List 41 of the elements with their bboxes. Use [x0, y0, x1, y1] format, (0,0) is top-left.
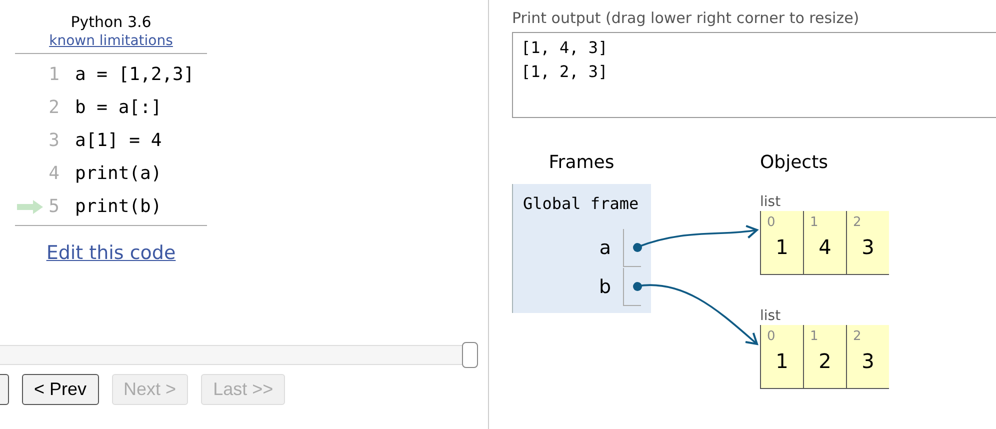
- list-index: 0: [767, 215, 776, 231]
- code-line: b = a[:]: [75, 97, 162, 118]
- list-index: 2: [853, 215, 862, 231]
- variable-name: a: [599, 236, 611, 258]
- known-limitations-link[interactable]: known limitations: [49, 32, 173, 50]
- list-value: 2: [818, 349, 832, 373]
- prev-button[interactable]: < Prev: [22, 374, 99, 405]
- output-line: [1, 2, 3]: [521, 61, 609, 83]
- list-value: 4: [818, 235, 832, 259]
- edit-code-link[interactable]: Edit this code: [46, 242, 176, 264]
- list-index: 1: [810, 215, 818, 231]
- print-output-label: Print output (drag lower right corner to resize): [512, 8, 860, 28]
- frame-title: Global frame: [522, 193, 640, 215]
- line-number: 4: [48, 163, 60, 184]
- variable-name: b: [598, 276, 611, 298]
- line-number: 3: [48, 130, 60, 151]
- object-type-label: list: [760, 308, 782, 325]
- step-slider[interactable]: [0, 345, 478, 365]
- frames-heading: Frames: [548, 151, 616, 175]
- list-index: 2: [853, 329, 862, 345]
- list-value: 1: [776, 235, 788, 259]
- print-output-field[interactable]: [1, 4, 3] [1, 2, 3]: [512, 32, 996, 118]
- language-title: Python 3.6: [70, 13, 152, 32]
- pointer-dot-icon: [633, 282, 642, 290]
- line-number: 1: [48, 64, 60, 85]
- list-value: 3: [862, 349, 874, 373]
- code-line: print(a): [75, 163, 162, 184]
- pointer-dot-icon: [633, 242, 642, 252]
- list-index: 1: [810, 329, 818, 345]
- list-value: 1: [776, 349, 788, 373]
- code-line: a = [1,2,3]: [75, 64, 194, 85]
- slider-thumb[interactable]: [462, 342, 478, 368]
- list-value: 3: [862, 235, 874, 259]
- list-index: 0: [767, 329, 776, 345]
- object-type-label: list: [760, 194, 782, 211]
- objects-heading: Objects: [760, 151, 830, 175]
- code-line: a[1] = 4: [75, 130, 162, 151]
- line-number: 5: [48, 196, 60, 217]
- code-line: print(b): [75, 196, 162, 217]
- output-line: [1, 4, 3]: [521, 37, 609, 59]
- line-number: 2: [48, 97, 60, 118]
